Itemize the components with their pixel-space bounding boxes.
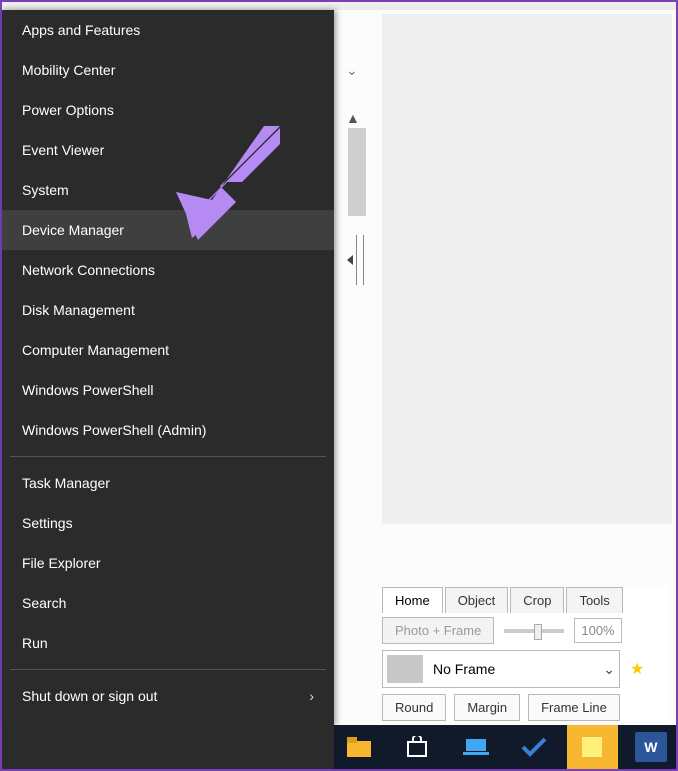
chevron-down-icon[interactable]: ⌄ xyxy=(346,62,358,79)
title-bar-fragment xyxy=(2,2,676,10)
menu-item-search[interactable]: Search xyxy=(2,583,334,623)
taskbar-explorer-icon[interactable] xyxy=(334,725,384,769)
zoom-slider[interactable] xyxy=(504,629,564,633)
menu-item-event-viewer[interactable]: Event Viewer xyxy=(2,130,334,170)
menu-item-network-connections[interactable]: Network Connections xyxy=(2,250,334,290)
frame-label: No Frame xyxy=(433,661,495,677)
tab-object[interactable]: Object xyxy=(445,587,509,613)
menu-item-task-manager[interactable]: Task Manager xyxy=(2,463,334,503)
tab-tools[interactable]: Tools xyxy=(566,587,622,613)
frameline-button[interactable]: Frame Line xyxy=(528,694,620,721)
menu-item-system[interactable]: System xyxy=(2,170,334,210)
menu-item-computer-management[interactable]: Computer Management xyxy=(2,330,334,370)
menu-item-settings[interactable]: Settings xyxy=(2,503,334,543)
menu-item-device-manager[interactable]: Device Manager xyxy=(2,210,334,250)
margin-button[interactable]: Margin xyxy=(454,694,520,721)
taskbar-notes-icon[interactable] xyxy=(567,725,617,769)
menu-item-run[interactable]: Run xyxy=(2,623,334,663)
taskbar-todo-icon[interactable] xyxy=(509,725,559,769)
round-button[interactable]: Round xyxy=(382,694,446,721)
chevron-right-icon: › xyxy=(309,688,314,704)
scrollbar-track[interactable] xyxy=(348,128,366,216)
menu-item-powershell-admin[interactable]: Windows PowerShell (Admin) xyxy=(2,410,334,450)
tab-crop[interactable]: Crop xyxy=(510,587,564,613)
menu-item-powershell[interactable]: Windows PowerShell xyxy=(2,370,334,410)
taskbar-store-icon[interactable] xyxy=(392,725,442,769)
menu-item-shutdown[interactable]: Shut down or sign out › xyxy=(2,676,334,716)
menu-item-mobility-center[interactable]: Mobility Center xyxy=(2,50,334,90)
photo-frame-button[interactable]: Photo + Frame xyxy=(382,617,494,644)
taskbar-word-icon[interactable]: W xyxy=(626,725,676,769)
menu-item-file-explorer[interactable]: File Explorer xyxy=(2,543,334,583)
taskbar-laptop-icon[interactable] xyxy=(451,725,501,769)
taskbar-under-menu xyxy=(2,725,334,769)
chevron-down-icon: ⌄ xyxy=(603,661,615,678)
frame-dropdown[interactable]: No Frame ⌄ xyxy=(382,650,620,688)
menu-separator xyxy=(10,456,326,457)
properties-panel: Home Object Crop Tools Photo + Frame 100… xyxy=(382,587,668,721)
panel-collapse-handle[interactable] xyxy=(356,235,364,285)
tab-home[interactable]: Home xyxy=(382,587,443,613)
panel-tabs: Home Object Crop Tools xyxy=(382,587,668,613)
winx-menu: Apps and Features Mobility Center Power … xyxy=(2,10,334,725)
zoom-input[interactable]: 100% xyxy=(574,618,621,643)
scroll-up-icon[interactable]: ▲ xyxy=(346,110,360,126)
photo-canvas xyxy=(382,14,672,524)
favorite-icon[interactable]: ★ xyxy=(630,659,644,679)
menu-separator xyxy=(10,669,326,670)
menu-item-apps-features[interactable]: Apps and Features xyxy=(2,10,334,50)
menu-item-power-options[interactable]: Power Options xyxy=(2,90,334,130)
menu-item-disk-management[interactable]: Disk Management xyxy=(2,290,334,330)
frame-swatch xyxy=(387,655,423,683)
